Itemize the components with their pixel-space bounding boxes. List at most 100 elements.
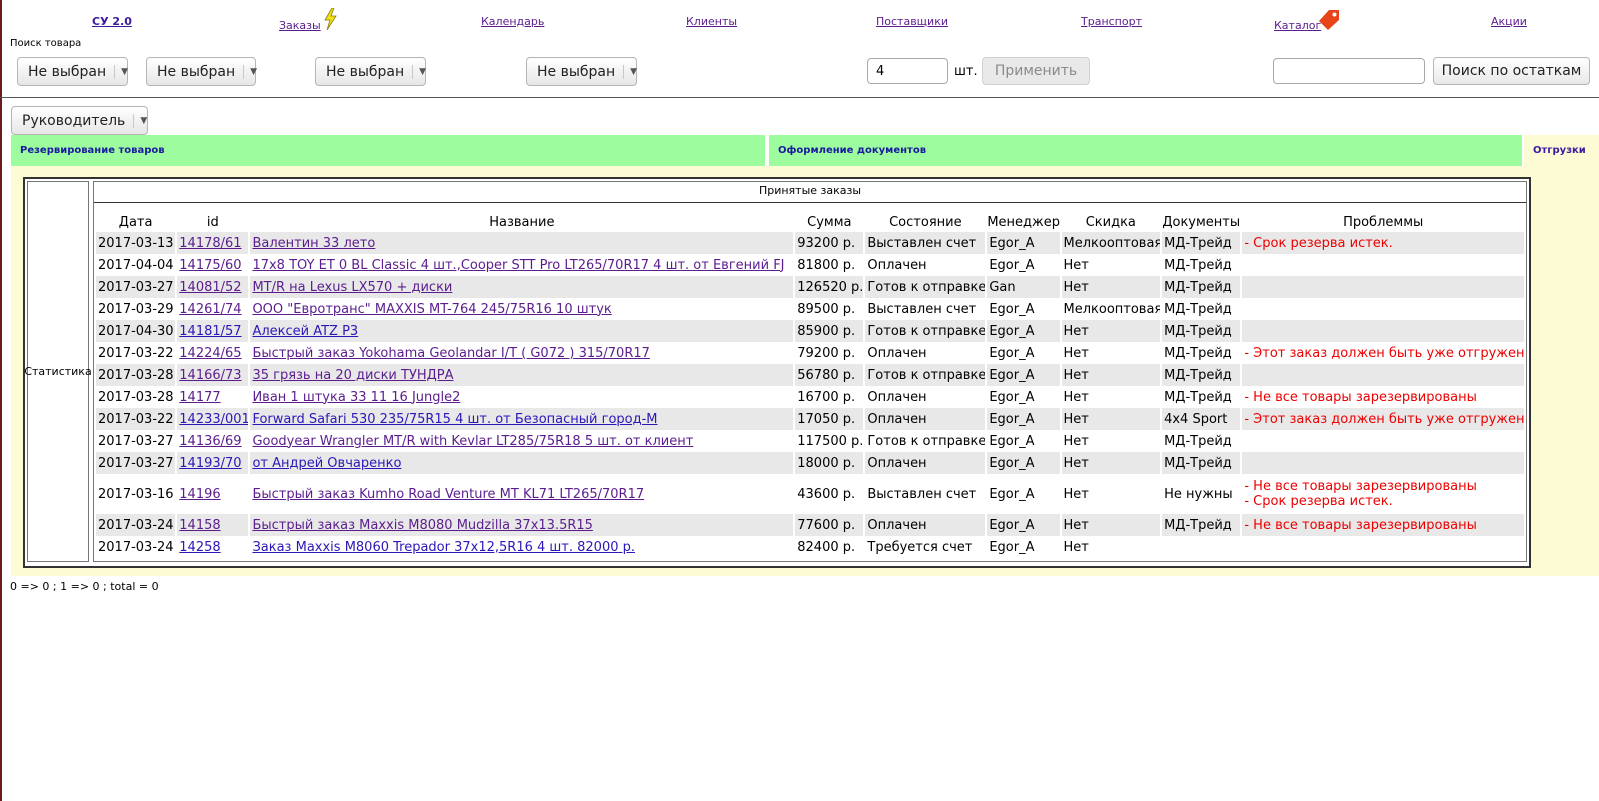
order-name-link[interactable]: Forward Safari 530 235/75R15 4 шт. от Бе…	[252, 412, 657, 427]
order-manager-cell: Egor_A	[987, 342, 1060, 364]
order-id-cell: 14233/001	[177, 408, 249, 430]
order-docs-cell: МД-Трейд	[1162, 342, 1241, 364]
order-id-link[interactable]: 14177	[179, 390, 220, 405]
order-date-cell: 2017-03-29	[96, 298, 176, 320]
order-discount-cell: Нет	[1061, 254, 1161, 276]
order-name-link[interactable]: Быстрый заказ Yokohama Geolandar I/T ( G…	[252, 346, 649, 361]
order-id-link[interactable]: 14193/70	[179, 456, 241, 471]
order-id-link[interactable]: 14175/60	[179, 258, 241, 273]
order-name-cell: 35 грязь на 20 диски ТУНДРА	[250, 364, 794, 386]
order-name-link[interactable]: Быстрый заказ Kumho Road Venture MT KL71…	[252, 487, 644, 502]
tab-reservation[interactable]: Резервирование товаров	[11, 135, 765, 166]
filter-dropdown-2-value: Не выбран	[157, 63, 236, 80]
stock-search-input[interactable]	[1273, 58, 1425, 84]
nav-brand-link[interactable]: СУ 2.0	[92, 15, 132, 28]
order-name-link[interactable]: от Андрей Овчаренко	[252, 456, 401, 471]
order-manager-cell: Gan	[987, 276, 1060, 298]
order-date-cell: 2017-04-04	[96, 254, 176, 276]
filter-dropdown-4[interactable]: Не выбран ▼	[526, 57, 637, 86]
order-name-link[interactable]: Заказ Maxxis M8060 Trepador 37x12,5R16 4…	[252, 540, 635, 555]
nav-clients-link[interactable]: Клиенты	[686, 15, 737, 28]
order-name-link[interactable]: 17x8 TOY ET 0 BL Classic 4 шт.,Cooper ST…	[252, 258, 784, 273]
order-name-link[interactable]: ООО "Евротранс" MAXXIS MT-764 245/75R16 …	[252, 302, 611, 317]
order-problems-cell: - Этот заказ должен быть уже отгружен.	[1242, 408, 1524, 430]
order-name-cell: Быстрый заказ Maxxis M8080 Mudzilla 37x1…	[250, 514, 794, 536]
nav-calendar-link[interactable]: Календарь	[481, 15, 544, 28]
order-id-cell: 14193/70	[177, 452, 249, 474]
filter-dropdown-4-value: Не выбран	[537, 63, 616, 80]
order-id-link[interactable]: 14158	[179, 518, 220, 533]
nav-catalog-link[interactable]: Каталог	[1274, 19, 1321, 32]
order-name-link[interactable]: Иван 1 штука 33 11 16 Jungle2	[252, 390, 460, 405]
filter-dropdown-2[interactable]: Не выбран ▼	[146, 57, 257, 86]
order-state-cell: Готов к отправке	[865, 364, 986, 386]
order-name-link[interactable]: Алексей ATZ P3	[252, 324, 358, 339]
table-row: 2017-03-27 14081/52 MT/R на Lexus LX570 + …	[96, 276, 1524, 298]
nav-orders-link[interactable]: Заказы	[279, 19, 321, 32]
problem-text: - Этот заказ должен быть уже отгружен.	[1244, 345, 1524, 361]
chevron-down-icon: ▼	[623, 64, 637, 79]
role-dropdown[interactable]: Руководитель ▼	[11, 106, 148, 135]
order-discount-cell: Мелкооптовая	[1061, 298, 1161, 320]
order-discount-cell: Нет	[1061, 276, 1161, 298]
order-id-link[interactable]: 14178/61	[179, 236, 241, 251]
order-sum-cell: 81800 р.	[795, 254, 864, 276]
order-discount-cell: Нет	[1061, 320, 1161, 342]
order-discount-cell: Мелкооптовая	[1061, 232, 1161, 254]
statistics-cell[interactable]: Статистика	[24, 181, 92, 562]
order-discount-cell: Нет	[1061, 514, 1161, 536]
order-sum-cell: 82400 р.	[795, 536, 864, 558]
table-row: 2017-03-22 14224/65 Быстрый заказ Yokohama…	[96, 342, 1524, 364]
order-id-link[interactable]: 14166/73	[179, 368, 241, 383]
order-date-cell: 2017-03-22	[96, 408, 176, 430]
product-search-label: Поиск товара	[10, 38, 82, 49]
filter-dropdown-3[interactable]: Не выбран ▼	[315, 57, 426, 86]
nav-suppliers-link[interactable]: Поставщики	[876, 15, 948, 28]
order-id-link[interactable]: 14258	[179, 540, 220, 555]
order-discount-cell: Нет	[1061, 364, 1161, 386]
order-id-link[interactable]: 14081/52	[179, 280, 241, 295]
table-row: 2017-03-27 14193/70 от Андрей Овчаренко 180…	[96, 452, 1524, 474]
order-id-link[interactable]: 14261/74	[179, 302, 241, 317]
order-name-cell: MT/R на Lexus LX570 + диски	[250, 276, 794, 298]
order-date-cell: 2017-03-22	[96, 342, 176, 364]
order-name-link[interactable]: MT/R на Lexus LX570 + диски	[252, 280, 452, 295]
stock-search-button[interactable]: Поиск по остаткам	[1433, 57, 1590, 85]
table-header-row: Дата id Название Сумма Состояние Менеджер Скид…	[96, 212, 1524, 232]
order-name-cell: от Андрей Овчаренко	[250, 452, 794, 474]
order-id-link[interactable]: 14233/001	[179, 412, 248, 427]
order-id-link[interactable]: 14136/69	[179, 434, 241, 449]
order-id-link[interactable]: 14224/65	[179, 346, 241, 361]
chevron-down-icon: ▼	[114, 64, 128, 79]
price-tag-icon[interactable]	[1318, 9, 1340, 31]
order-manager-cell: Egor_A	[987, 408, 1060, 430]
order-name-link[interactable]: Быстрый заказ Maxxis M8080 Mudzilla 37x1…	[252, 518, 592, 533]
order-name-link[interactable]: Goodyear Wrangler MT/R with Kevlar LT285…	[252, 434, 693, 449]
lightning-icon[interactable]	[322, 8, 338, 30]
tab-documents[interactable]: Оформление документов	[769, 135, 1522, 166]
problem-text: - Срок резерва истек.	[1244, 494, 1393, 509]
order-name-cell: Заказ Maxxis M8060 Trepador 37x12,5R16 4…	[250, 536, 794, 558]
nav-promos-link[interactable]: Акции	[1491, 15, 1527, 28]
quantity-input[interactable]	[867, 58, 948, 84]
order-date-cell: 2017-03-24	[96, 536, 176, 558]
order-name-link[interactable]: Валентин 33 лето	[252, 236, 375, 251]
order-state-cell: Готов к отправке	[865, 430, 986, 452]
filter-dropdown-1[interactable]: Не выбран ▼	[17, 57, 128, 86]
totals-note: 0 => 0 ; 1 => 0 ; total = 0	[10, 580, 159, 593]
chevron-down-icon: ▼	[412, 64, 426, 79]
order-problems-cell	[1242, 276, 1524, 298]
order-name-cell: Forward Safari 530 235/75R15 4 шт. от Бе…	[250, 408, 794, 430]
order-id-link[interactable]: 14181/57	[179, 324, 241, 339]
order-state-cell: Готов к отправке	[865, 276, 986, 298]
order-sum-cell: 56780 р.	[795, 364, 864, 386]
order-id-link[interactable]: 14196	[179, 487, 220, 502]
apply-button[interactable]: Применить	[982, 57, 1090, 85]
order-problems-cell: - Не все товары зарезервированы	[1242, 514, 1524, 536]
order-discount-cell: Нет	[1061, 430, 1161, 452]
tab-shipments[interactable]: Отгрузки	[1524, 135, 1599, 166]
order-name-link[interactable]: 35 грязь на 20 диски ТУНДРА	[252, 368, 453, 383]
order-id-cell: 14136/69	[177, 430, 249, 452]
order-problems-cell: - Не все товары зарезервированы	[1242, 386, 1524, 408]
nav-transport-link[interactable]: Транспорт	[1081, 15, 1142, 28]
